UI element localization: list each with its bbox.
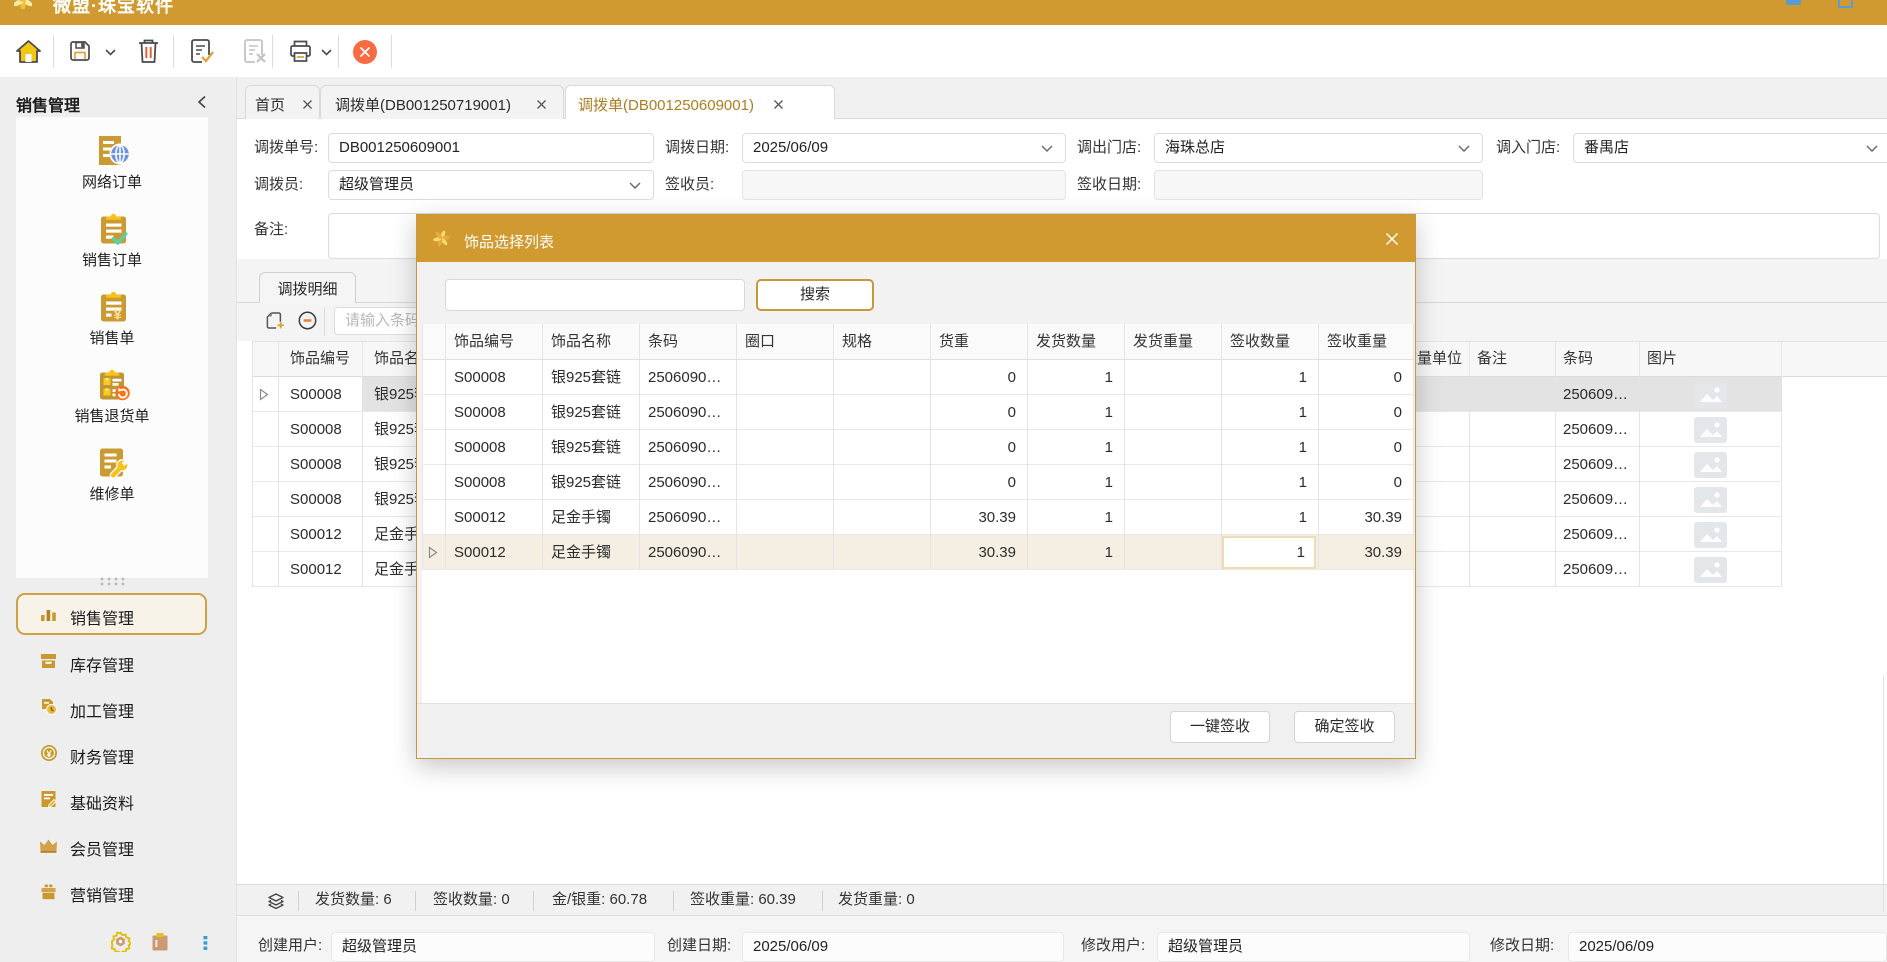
svg-text:¥: ¥ [46,749,52,760]
svg-text:¥: ¥ [113,307,122,324]
